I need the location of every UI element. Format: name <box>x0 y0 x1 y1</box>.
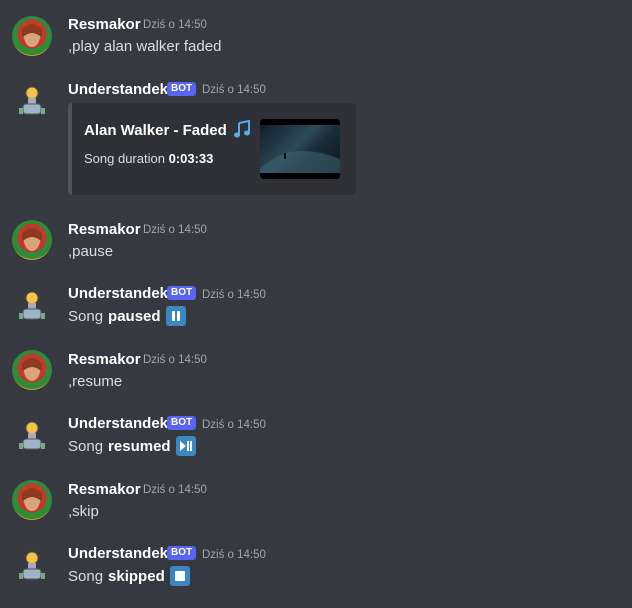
video-thumbnail[interactable] <box>260 119 340 179</box>
timestamp: Dziś o 14:50 <box>143 484 207 496</box>
pause-button-icon <box>165 306 186 326</box>
bot-avatar[interactable] <box>12 546 52 586</box>
user-avatar[interactable] <box>12 480 52 520</box>
stop-button-icon <box>169 566 190 586</box>
embed-description: Song duration 0:03:33 <box>84 151 214 166</box>
message-text: Song paused <box>68 306 186 326</box>
message-text: Song resumed <box>68 436 196 456</box>
author-name[interactable]: Understandek <box>68 545 168 562</box>
timestamp: Dziś o 14:50 <box>202 84 266 96</box>
message-text: ,resume <box>68 373 123 390</box>
message-text: ,pause <box>68 243 114 260</box>
message-text: ,play alan walker faded <box>68 38 222 55</box>
timestamp: Dziś o 14:50 <box>202 289 266 301</box>
bot-avatar[interactable] <box>12 416 52 456</box>
bot-avatar[interactable] <box>12 286 52 326</box>
timestamp: Dziś o 14:50 <box>202 549 266 561</box>
play-pause-button-icon <box>175 436 196 456</box>
message-text: Song skipped <box>68 566 190 586</box>
author-name[interactable]: Resmakor <box>68 221 141 238</box>
user-avatar[interactable] <box>12 220 52 260</box>
robot-icon <box>19 551 45 580</box>
message-text: ,skip <box>68 503 99 520</box>
timestamp: Dziś o 14:50 <box>143 19 207 31</box>
robot-icon <box>19 291 45 320</box>
author-name[interactable]: Understandek <box>68 81 168 98</box>
message-user: Resmakor Dziś o 14:50 ,play alan walker … <box>0 0 632 70</box>
timestamp: Dziś o 14:50 <box>143 224 207 236</box>
user-avatar[interactable] <box>12 16 52 56</box>
author-name[interactable]: Resmakor <box>68 16 141 33</box>
robot-icon <box>19 421 45 450</box>
author-name[interactable]: Resmakor <box>68 351 141 368</box>
bot-avatar[interactable] <box>12 81 52 121</box>
timestamp: Dziś o 14:50 <box>202 419 266 431</box>
bot-badge: BOT <box>167 286 197 300</box>
timestamp: Dziś o 14:50 <box>143 354 207 366</box>
bot-badge: BOT <box>167 82 197 96</box>
bot-badge: BOT <box>167 546 197 560</box>
author-name[interactable]: Understandek <box>68 285 168 302</box>
bot-badge: BOT <box>167 416 197 430</box>
robot-icon <box>19 86 45 115</box>
embed-title: Alan Walker - Faded <box>84 120 252 140</box>
author-name[interactable]: Resmakor <box>68 481 141 498</box>
user-avatar[interactable] <box>12 350 52 390</box>
song-embed: Alan Walker - Faded Song duration 0:03:3… <box>68 103 356 195</box>
musical-note-icon <box>233 120 250 138</box>
author-name[interactable]: Understandek <box>68 415 168 432</box>
